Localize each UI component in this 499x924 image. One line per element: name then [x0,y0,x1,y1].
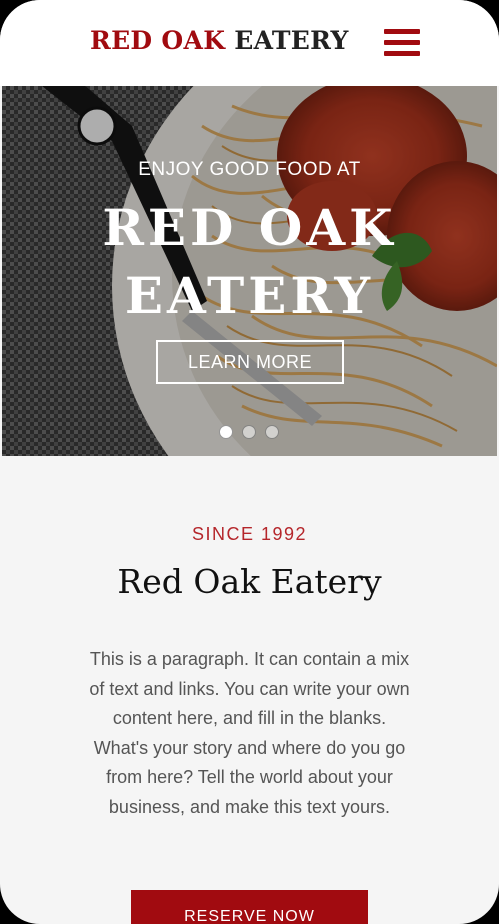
site-header: RED OAK EATERY [0,0,499,86]
learn-more-button[interactable]: LEARN MORE [156,340,344,384]
mobile-frame: RED OAK EATERY ENJOY GOOD FOOD AT RED OA… [0,0,499,924]
hamburger-menu-icon[interactable] [384,28,420,60]
slider-dot-2[interactable] [242,425,256,439]
brand-logo[interactable]: RED OAK EATERY [90,26,349,55]
since-eyebrow: SINCE 1992 [191,524,308,544]
menu-bar [384,29,420,34]
about-title: Red Oak Eatery [117,562,382,601]
menu-bar [384,51,420,56]
brand-name-primary: RED OAK [90,26,226,55]
slider-dot-3[interactable] [265,425,279,439]
hero-title: RED OAK EATERY [102,198,397,325]
about-paragraph: This is a paragraph. It can contain a mi… [89,649,410,817]
slider-dot-1[interactable] [219,425,233,439]
hero-kicker: ENJOY GOOD FOOD AT [138,159,361,180]
brand-name-secondary: EATERY [225,26,349,55]
hero-slider: ENJOY GOOD FOOD AT RED OAK EATERY LEARN … [2,86,497,456]
reserve-now-button[interactable]: RESERVE NOW [131,890,368,924]
menu-bar [384,40,420,45]
